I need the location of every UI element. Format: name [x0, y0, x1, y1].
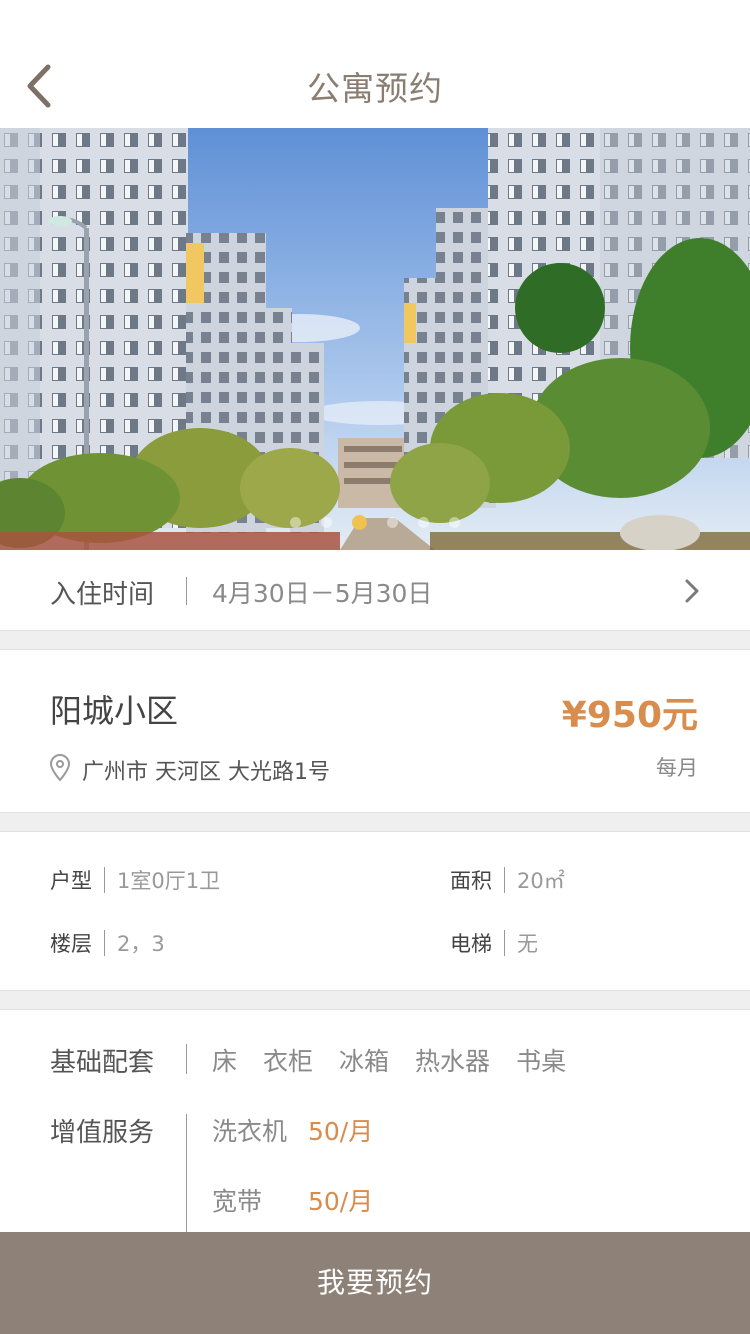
service-price: 50/月 [308, 1117, 374, 1146]
spec-label: 电梯 [450, 932, 492, 956]
service-price: 50/月 [308, 1187, 374, 1216]
checkin-date-row[interactable]: 入住时间 4月30日－5月30日 [0, 550, 750, 630]
carousel-dot[interactable] [449, 516, 460, 528]
divider [104, 930, 105, 956]
divider [186, 1044, 187, 1074]
listing-summary: 阳城小区 ¥950元 广州市 天河区 大光路1号 每月 [0, 650, 750, 812]
section-divider [0, 630, 750, 650]
page-title: 公寓预约 [307, 69, 443, 108]
listing-name: 阳城小区 [50, 692, 179, 730]
navigation-bar: 公寓预约 [0, 0, 750, 128]
apartment-photo-carousel[interactable] [0, 128, 750, 550]
amenity-item: 衣柜 [263, 1047, 314, 1076]
carousel-dot[interactable] [418, 516, 429, 528]
checkin-label: 入住时间 [50, 580, 155, 610]
spec-value: 20㎡ [517, 869, 565, 893]
basic-amenities-list: 床 衣柜 冰箱 热水器 书桌 [212, 1042, 566, 1078]
amenity-item: 书桌 [516, 1047, 567, 1076]
basic-amenities-label: 基础配套 [50, 1048, 155, 1078]
divider [186, 1114, 187, 1232]
spec-elevator: 电梯 无 [450, 928, 538, 958]
divider [504, 867, 505, 893]
amenity-item: 床 [212, 1047, 238, 1076]
amenities-section: 基础配套 床 衣柜 冰箱 热水器 书桌 增值服务 洗衣机 50/月 宽带 50/… [0, 1010, 750, 1232]
amenity-item: 冰箱 [339, 1047, 390, 1076]
section-divider [0, 812, 750, 832]
listing-price: ¥950元 [561, 695, 698, 736]
spec-label: 户型 [50, 869, 92, 893]
apartment-photo [0, 128, 750, 550]
section-divider [0, 990, 750, 1010]
carousel-dot[interactable] [387, 516, 398, 528]
spec-value: 无 [517, 932, 538, 956]
service-item-broadband: 宽带 50/月 [212, 1182, 373, 1218]
book-now-button[interactable]: 我要预约 [0, 1232, 750, 1334]
spec-floor: 楼层 2，3 [50, 928, 165, 958]
chevron-right-icon [685, 579, 699, 603]
spec-label: 面积 [450, 869, 492, 893]
amenity-item: 热水器 [415, 1047, 491, 1076]
divider [504, 930, 505, 956]
checkin-date-range: 4月30日－5月30日 [212, 579, 433, 608]
spec-label: 楼层 [50, 932, 92, 956]
service-name: 宽带 [212, 1187, 263, 1216]
divider [104, 867, 105, 893]
spec-area: 面积 20㎡ [450, 865, 565, 895]
service-name: 洗衣机 [212, 1117, 288, 1146]
apartment-specs: 户型 1室0厅1卫 面积 20㎡ 楼层 2，3 电梯 无 [0, 832, 750, 990]
carousel-dot-active[interactable] [352, 514, 367, 530]
carousel-indicator [0, 514, 750, 530]
listing-address: 广州市 天河区 大光路1号 [82, 760, 330, 785]
service-item-washer: 洗衣机 50/月 [212, 1112, 373, 1148]
map-pin-icon [49, 754, 71, 782]
carousel-dot[interactable] [290, 516, 301, 528]
value-added-services-label: 增值服务 [50, 1118, 155, 1148]
spec-value: 2，3 [117, 932, 165, 956]
spec-layout: 户型 1室0厅1卫 [50, 865, 220, 895]
divider [186, 577, 187, 605]
carousel-dot[interactable] [321, 516, 332, 528]
spec-value: 1室0厅1卫 [117, 869, 221, 893]
price-unit: 每月 [656, 756, 698, 780]
